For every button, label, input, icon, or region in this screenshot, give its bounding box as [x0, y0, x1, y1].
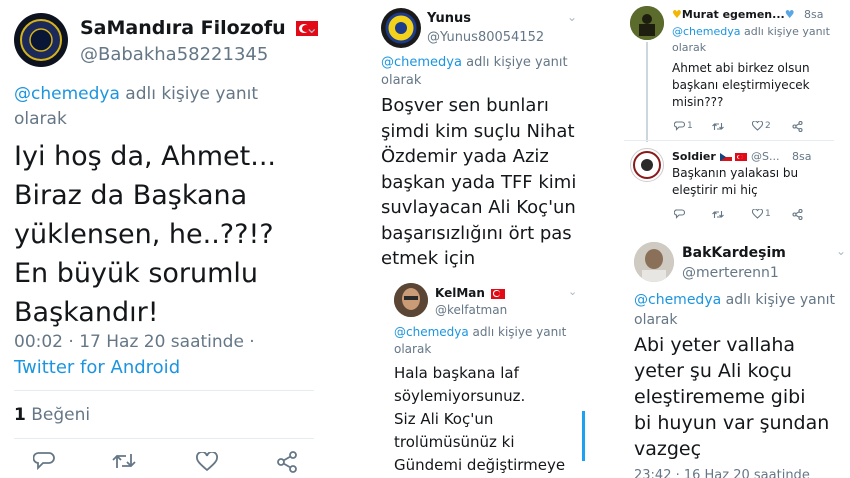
tweet-panel-5: BakKardeşim @merterenn1 ⌄ @chemedya adlı…	[620, 236, 850, 478]
avatar[interactable]	[381, 8, 421, 48]
retweet-icon	[112, 454, 136, 468]
mention-link[interactable]: @chemedya	[634, 292, 721, 308]
tweet-text: Hala başkana laf söylemiyorsunuz. Siz Al…	[394, 364, 566, 474]
reply-context: @chemedya adlı kişiye yanıt olarak	[14, 84, 259, 129]
client-link[interactable]: Twitter for Android	[14, 357, 180, 378]
display-name[interactable]: SaMandıra Filozofu	[80, 17, 319, 39]
mention-link[interactable]: @chemedya	[14, 84, 120, 104]
avatar[interactable]	[394, 283, 428, 317]
share-icon	[792, 121, 803, 132]
heart-icon	[752, 121, 763, 131]
tweet-panel-1: SaMandıra Filozofu ⌄ @Babakha58221345 @c…	[0, 0, 330, 478]
tweet-timestamp[interactable]: 00:02 · 17 Haz 20 saatinde ·	[14, 332, 255, 352]
chevron-down-icon[interactable]: ⌄	[836, 244, 846, 258]
mention-link[interactable]: @chemedya	[394, 325, 469, 339]
tweet-text: Başkanın yalakası bu eleştirir mi hiç	[672, 166, 799, 197]
reply-context: @chemedya adlı kişiye yanıt olarak	[381, 55, 568, 88]
reply-icon	[674, 121, 685, 131]
avatar[interactable]	[630, 6, 664, 40]
reply-icon	[674, 209, 685, 219]
reply-button[interactable]	[33, 451, 55, 471]
display-name[interactable]: ♥Murat egemen...♥	[672, 8, 795, 21]
share-icon	[277, 451, 297, 473]
tweet-text: Iyi hoş da, Ahmet... Biraz da Başkana yü…	[14, 141, 276, 328]
like-button[interactable]: 1	[752, 209, 771, 219]
user-handle[interactable]: @S...	[751, 150, 779, 163]
user-handle[interactable]: @Yunus80054152	[427, 30, 544, 45]
tweet-panel-4: ♥Murat egemen...♥ 8sa @chemedya adlı kiş…	[624, 0, 834, 232]
avatar[interactable]	[634, 242, 674, 282]
retweet-icon	[712, 123, 724, 130]
tweet-age[interactable]: 8sa	[792, 150, 811, 163]
divider	[14, 438, 314, 439]
czech-flag-icon	[719, 153, 732, 161]
reply-button[interactable]	[674, 209, 685, 219]
display-name[interactable]: KelMan	[435, 286, 506, 300]
reply-button[interactable]: 1	[674, 121, 693, 131]
tweet-text: Ahmet abi birkez olsun başkanı eleştirmi…	[672, 61, 810, 109]
tweet-text: Abi yeter vallaha yeter şu Ali koçu eleş…	[634, 334, 830, 460]
turkey-flag-icon	[491, 288, 506, 299]
blue-heart-icon: ♥	[784, 8, 795, 21]
user-handle[interactable]: @merterenn1	[682, 265, 779, 281]
chevron-down-icon[interactable]: ⌄	[305, 18, 318, 37]
tweet-text: Boşver sen bunları şimdi kim suçlu Nihat…	[381, 95, 577, 269]
turkey-flag-icon	[735, 153, 748, 161]
heart-icon	[196, 452, 218, 472]
share-button[interactable]	[792, 121, 803, 132]
mention-link[interactable]: @chemedya	[672, 25, 741, 38]
share-button[interactable]	[276, 451, 298, 473]
like-button[interactable]	[196, 452, 218, 472]
retweet-button[interactable]	[712, 122, 724, 131]
thread-line	[646, 42, 648, 142]
chevron-down-icon[interactable]: ⌄	[568, 285, 577, 298]
scrollbar[interactable]	[582, 411, 585, 461]
tweet-timestamp[interactable]: 23:42 · 16 Haz 20 saatinde	[634, 468, 810, 478]
reply-context: @chemedya adlı kişiye yanıt olarak	[672, 25, 830, 54]
tweet-age[interactable]: 8sa	[804, 8, 823, 21]
tweet-panel-2: Yunus @Yunus80054152 ⌄ @chemedya adlı ki…	[367, 0, 587, 270]
share-button[interactable]	[792, 209, 803, 220]
reply-context: @chemedya adlı kişiye yanıt olarak	[634, 292, 835, 328]
display-name[interactable]: Yunus	[427, 11, 471, 26]
share-icon	[792, 209, 803, 220]
retweet-icon	[712, 211, 724, 218]
display-name[interactable]: BakKardeşim	[682, 245, 786, 261]
avatar[interactable]	[630, 148, 664, 182]
user-handle[interactable]: @kelfatman	[435, 303, 507, 317]
reply-icon	[33, 452, 55, 471]
divider	[14, 390, 314, 391]
tweet-panel-3: KelMan @kelfatman ⌄ @chemedya adlı kişiy…	[380, 276, 585, 478]
user-handle[interactable]: @Babakha58221345	[80, 44, 268, 65]
display-name[interactable]: Soldier	[672, 150, 748, 163]
avatar[interactable]	[14, 13, 68, 67]
like-button[interactable]: 2	[752, 121, 771, 131]
heart-icon	[752, 209, 763, 219]
retweet-button[interactable]	[712, 210, 724, 219]
reply-context: @chemedya adlı kişiye yanıt olarak	[394, 325, 567, 356]
divider	[624, 140, 834, 141]
chevron-down-icon[interactable]: ⌄	[567, 10, 577, 24]
likes-summary[interactable]: 1 Beğeni	[14, 405, 90, 425]
mention-link[interactable]: @chemedya	[381, 55, 462, 70]
yellow-heart-icon: ♥	[672, 8, 682, 21]
retweet-button[interactable]	[112, 452, 136, 470]
